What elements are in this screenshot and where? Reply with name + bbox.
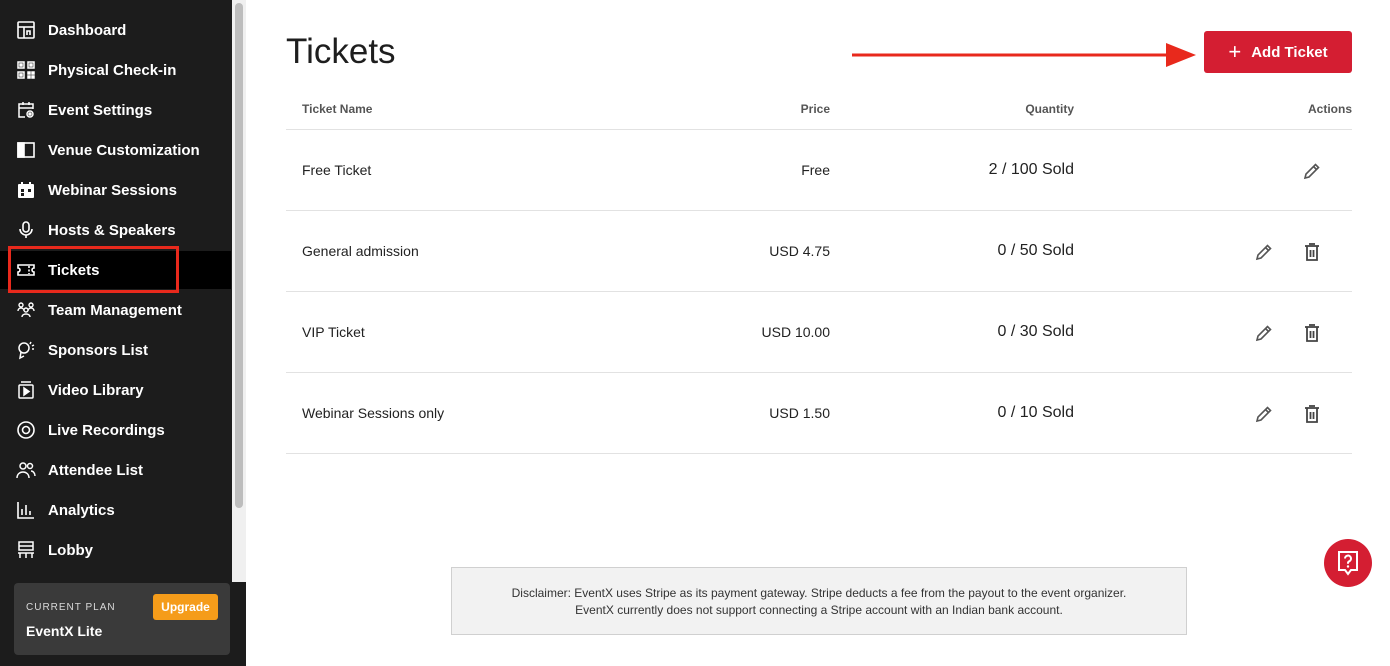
trash-icon[interactable]	[1301, 241, 1323, 263]
calendar-gear-icon	[16, 100, 36, 120]
sidebar-item-label: Analytics	[48, 501, 115, 519]
trash-icon[interactable]	[1301, 403, 1323, 425]
team-icon	[16, 300, 36, 320]
sidebar-item-label: Live Recordings	[48, 421, 165, 439]
sidebar-item-label: Video Library	[48, 381, 144, 399]
edit-icon[interactable]	[1253, 403, 1275, 425]
record-icon	[16, 420, 36, 440]
attendees-icon	[16, 460, 36, 480]
help-icon	[1338, 551, 1358, 576]
ticket-name: Free Ticket	[302, 162, 372, 178]
ticket-name: VIP Ticket	[302, 324, 365, 340]
add-ticket-button[interactable]: + Add Ticket	[1204, 31, 1352, 73]
sidebar-item-label: Team Management	[48, 301, 182, 319]
video-icon	[16, 380, 36, 400]
edit-icon[interactable]	[1253, 241, 1275, 263]
edit-icon[interactable]	[1301, 160, 1323, 182]
plan-name: EventX Lite	[26, 623, 103, 639]
table-row: Free Ticket Free 2 / 100 Sold	[286, 130, 1352, 211]
sponsor-icon	[16, 340, 36, 360]
table-row: VIP Ticket USD 10.00 0 / 30 Sold	[286, 292, 1352, 373]
ticket-name: Webinar Sessions only	[302, 405, 445, 421]
ticket-quantity: 2 / 100 Sold	[988, 161, 1074, 178]
qr-code-icon	[16, 60, 36, 80]
sidebar-item-team-management[interactable]: Team Management	[0, 291, 231, 329]
sidebar-item-label: Venue Customization	[48, 141, 200, 159]
plan-label: CURRENT PLAN	[26, 602, 116, 613]
ticket-quantity: 0 / 50 Sold	[997, 242, 1075, 259]
column-header-price: Price	[800, 102, 830, 116]
column-header-name: Ticket Name	[302, 102, 373, 116]
column-header-actions: Actions	[1307, 102, 1352, 116]
bar-chart-icon	[16, 500, 36, 520]
sidebar-item-label: Attendee List	[48, 461, 144, 479]
sidebar-item-label: Sponsors List	[48, 341, 149, 359]
sidebar-item-label: Event Settings	[48, 101, 153, 119]
sidebar-item-physical-check-in[interactable]: Physical Check-in	[0, 51, 231, 89]
sidebar-item-lobby[interactable]: Lobby	[0, 531, 231, 569]
edit-icon[interactable]	[1253, 322, 1275, 344]
disclaimer: Disclaimer: EventX uses Stripe as its pa…	[451, 567, 1187, 635]
sidebar-item-dashboard[interactable]: Dashboard	[0, 11, 231, 49]
sidebar-item-venue-customization[interactable]: Venue Customization	[0, 131, 231, 169]
sidebar: Dashboard Physical Check-in Event Settin…	[0, 0, 231, 582]
ticket-price: USD 10.00	[761, 324, 830, 340]
dashboard-icon	[16, 20, 36, 40]
annotation-arrow-icon	[852, 43, 1196, 67]
sidebar-item-tickets[interactable]: Tickets	[0, 251, 231, 289]
disclaimer-line-1: Disclaimer: EventX uses Stripe as its pa…	[511, 586, 1127, 600]
sidebar-item-hosts-speakers[interactable]: Hosts & Speakers	[0, 211, 231, 249]
sidebar-item-label: Dashboard	[48, 21, 127, 39]
sidebar-item-label: Physical Check-in	[48, 61, 177, 79]
ticket-price: USD 1.50	[769, 405, 830, 421]
sidebar-item-event-settings[interactable]: Event Settings	[0, 91, 231, 129]
ticket-name: General admission	[302, 243, 419, 259]
table-row: General admission USD 4.75 0 / 50 Sold	[286, 211, 1352, 292]
sidebar-item-sponsors-list[interactable]: Sponsors List	[0, 331, 231, 369]
ticket-price: Free	[801, 162, 830, 178]
sidebar-item-label: Hosts & Speakers	[48, 221, 176, 239]
table-row: Webinar Sessions only USD 1.50 0 / 10 So…	[286, 373, 1352, 454]
disclaimer-line-2: EventX currently does not support connec…	[575, 603, 1063, 617]
layout-icon	[16, 140, 36, 160]
ticket-icon	[16, 260, 36, 280]
add-ticket-label: Add Ticket	[1251, 43, 1328, 61]
trash-icon[interactable]	[1301, 322, 1323, 344]
plus-icon: +	[1228, 39, 1242, 64]
calendar-grid-icon	[16, 180, 36, 200]
lobby-icon	[16, 540, 36, 560]
sidebar-item-analytics[interactable]: Analytics	[0, 491, 231, 529]
sidebar-item-label: Tickets	[48, 261, 100, 279]
ticket-quantity: 0 / 30 Sold	[997, 323, 1075, 340]
microphone-icon	[16, 220, 36, 240]
ticket-price: USD 4.75	[769, 243, 830, 259]
help-button[interactable]	[1324, 539, 1372, 587]
sidebar-item-attendee-list[interactable]: Attendee List	[0, 451, 231, 489]
sidebar-item-label: Webinar Sessions	[48, 181, 177, 199]
sidebar-item-label: Lobby	[48, 541, 93, 559]
column-header-quantity: Quantity	[1025, 102, 1074, 116]
upgrade-button[interactable]: Upgrade	[153, 594, 218, 620]
sidebar-item-video-library[interactable]: Video Library	[0, 371, 231, 409]
sidebar-scrollbar-thumb[interactable]	[235, 3, 243, 508]
current-plan-card: CURRENT PLAN EventX Lite Upgrade	[14, 583, 230, 655]
sidebar-item-live-recordings[interactable]: Live Recordings	[0, 411, 231, 449]
sidebar-item-webinar-sessions[interactable]: Webinar Sessions	[0, 171, 231, 209]
page-title: Tickets	[286, 32, 396, 71]
ticket-quantity: 0 / 10 Sold	[997, 404, 1075, 421]
